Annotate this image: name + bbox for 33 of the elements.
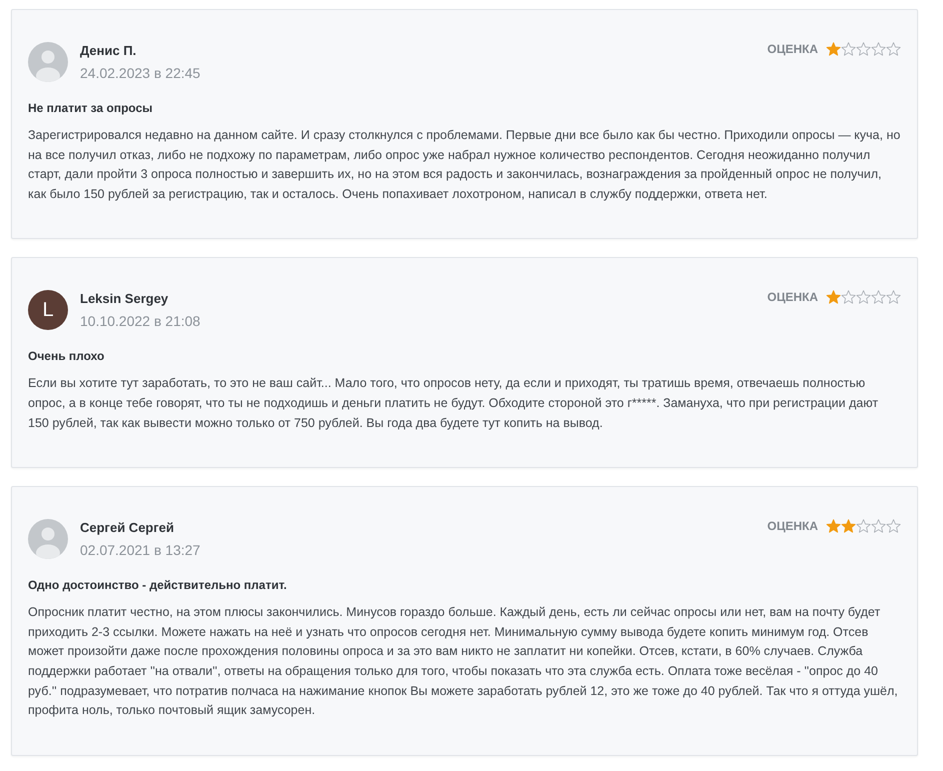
star-icon xyxy=(886,519,901,534)
rating-label: ОЦЕНКА xyxy=(767,289,818,306)
review-title: Не платит за опросы xyxy=(28,100,154,116)
review-text: Опросник платит честно, на этом плюсы закончились. Минусов гораздо больше. Каждый день, есть ли сейчас опросы или нет, вам на почту будет приходить 2-3 ссылки. Можете нажать на неё и узнать что опросов сегодня нет. Минимальную сумму вывода будете копить минимум год. Отсев может произойти даже после прохождения половины опроса и за это вам никто не заплатит ни копейки. Отсев, кстати, в 60% случаев. Служба поддержки работает ''на отвали'', ответы на обращения только для того, чтобы показать что эта служба есть. Оплата тоже весёлая - ''опрос до 40 руб.'' подразумевает, что потратив полчаса на нажимание кнопок Вы можете заработать рублей 12, это же тоже до 40 рублей. Так что я оттуда ушёл, профита ноль, только почтовый ящик замусорен. xyxy=(28,604,899,720)
star-icon xyxy=(841,290,856,304)
star-icon xyxy=(826,519,841,534)
star-icon xyxy=(841,519,856,534)
review-date: 10.10.2022 в 21:08 xyxy=(80,313,200,330)
star-icon xyxy=(856,290,871,304)
star-icon xyxy=(886,290,901,304)
star-icon xyxy=(856,42,871,56)
review-date: 02.07.2021 в 13:27 xyxy=(80,542,200,558)
star-icon xyxy=(871,519,886,534)
review-title: Очень плохо xyxy=(28,348,106,364)
avatar-silhouette-icon xyxy=(28,42,68,82)
author-name: Сергей Сергей xyxy=(80,520,176,536)
author-name: Leksin Sergey xyxy=(80,291,170,308)
rating-label: ОЦЕНКА xyxy=(767,518,818,534)
review-text: Зарегистрировался недавно на данном сайте. И сразу столкнулся с проблемами. Первые дни все было как бы честно. Приходили опросы — куча, но на все получил отказ, либо не подхожу по параметрам, либо опрос уже набрал нужное количество респондентов. Сегодня неожиданно получил старт, дали пройти 3 опроса полностью и завершить их, но на этом вся радость и закончилась, вознаграждения за пройденный опрос не получил, как было 150 рублей за регистрацию, так и осталось. Очень попахивает лохотроном, написал в службу поддержки, ответа нет. xyxy=(28,127,901,203)
star-icon xyxy=(841,42,856,56)
star-icon xyxy=(871,290,886,304)
star-icon xyxy=(871,42,886,56)
review-text: Если вы хотите тут заработать, то это не ваш сайт... Мало того, что опросов нету, да если и приходят, ты тратишь время, отвечаешь полностью опрос, а в конце тебе говорят, что ты не подходишь и деньги платить не будут. Обходите стороной это г*****. Замануха, что при регистрации дают 150 рублей, так как вывести можно только от 750 рублей. Вы года два будете тут копить на вывод. xyxy=(28,375,880,432)
author-name: Денис П. xyxy=(80,43,138,59)
avatar-silhouette-icon xyxy=(28,519,68,560)
star-icon xyxy=(886,42,901,56)
review-date: 24.02.2023 в 22:45 xyxy=(80,65,200,81)
star-icon xyxy=(856,519,871,534)
star-icon xyxy=(826,290,841,304)
star-icon xyxy=(826,42,841,56)
avatar: L xyxy=(28,290,68,330)
review-title: Одно достоинство - действительно платит. xyxy=(28,577,288,594)
rating-label: ОЦЕНКА xyxy=(767,41,818,57)
